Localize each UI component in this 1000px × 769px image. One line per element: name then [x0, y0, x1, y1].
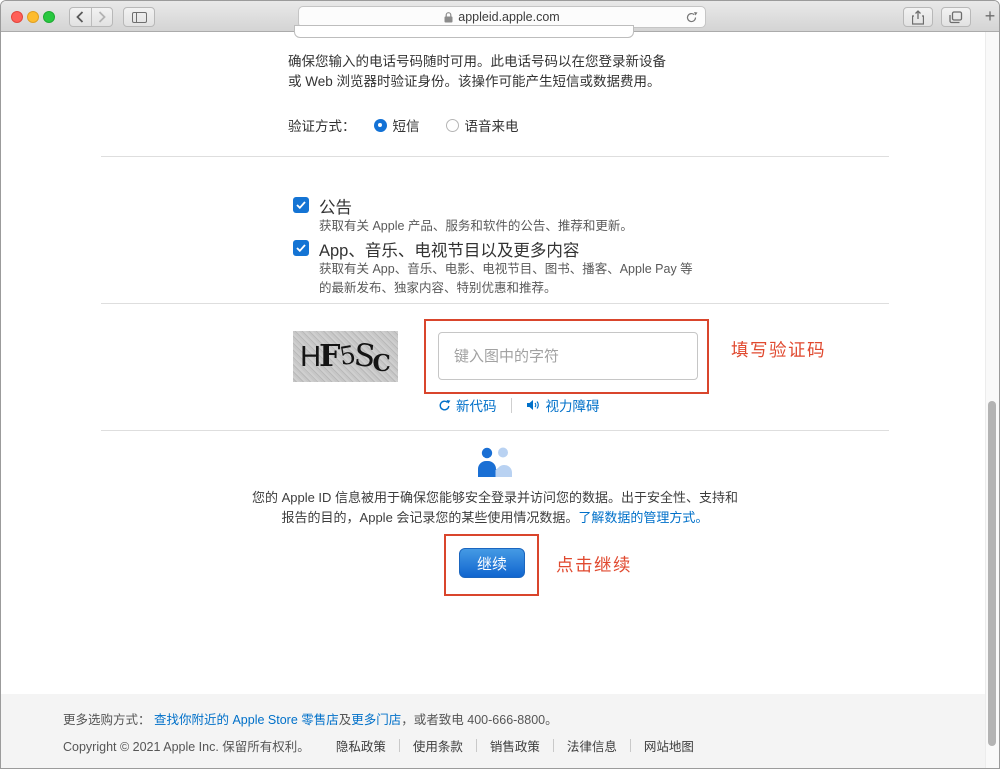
- divider: [398, 739, 400, 752]
- scrollbar-thumb[interactable]: [988, 401, 996, 746]
- sidebar-toggle-button[interactable]: [123, 7, 155, 27]
- announcements-desc: 获取有关 Apple 产品、服务和软件的公告、推荐和更新。: [319, 219, 633, 233]
- divider: [101, 156, 889, 157]
- speaker-icon: [526, 399, 541, 411]
- checkmark-icon: [296, 201, 306, 209]
- find-store-link[interactable]: 查找你附近的 Apple Store 零售店: [154, 713, 339, 727]
- share-icon: [912, 9, 924, 25]
- vision-impaired-audio-link[interactable]: 视力障碍: [526, 395, 600, 415]
- sidebar-icon: [131, 11, 147, 23]
- divider: [101, 303, 889, 304]
- captcha-image: HF5SC: [293, 331, 398, 382]
- refresh-icon: [438, 399, 451, 412]
- verification-method-row: 验证方式： 短信 语音来电: [288, 115, 545, 135]
- continue-button[interactable]: 继续: [459, 548, 525, 578]
- forward-button[interactable]: [92, 8, 113, 26]
- divider: [101, 430, 889, 431]
- new-code-link[interactable]: 新代码: [438, 395, 497, 415]
- data-management-link[interactable]: 了解数据的管理方式。: [578, 510, 708, 525]
- footer-link-sales[interactable]: 销售政策: [490, 736, 540, 755]
- radio-unselected-icon: [445, 118, 459, 132]
- divider: [629, 739, 631, 752]
- footer-link-legal[interactable]: 法律信息: [567, 736, 617, 755]
- announcements-checkbox[interactable]: [293, 197, 309, 213]
- divider: [475, 739, 477, 752]
- captcha-input[interactable]: [438, 332, 698, 380]
- scrollbar-track: [985, 32, 999, 768]
- annotation-note-continue: 点击继续: [556, 555, 632, 575]
- captcha-links-row: 新代码 视力障碍: [438, 395, 600, 415]
- more-stores-link[interactable]: 更多门店: [351, 713, 401, 727]
- footer-link-terms[interactable]: 使用条款: [413, 736, 463, 755]
- radio-selected-icon: [373, 118, 387, 132]
- apps-music-tv-checkbox[interactable]: [293, 240, 309, 256]
- footer-link-privacy[interactable]: 隐私政策: [336, 736, 386, 755]
- page-footer: 更多选购方式： 查找你附近的 Apple Store 零售店及更多门店，或者致电…: [1, 694, 985, 768]
- radio-option-voice-call[interactable]: 语音来电: [445, 115, 519, 135]
- tab-overview-icon: [949, 10, 963, 23]
- copyright-text: Copyright © 2021 Apple Inc. 保留所有权利。: [63, 740, 310, 754]
- share-button[interactable]: [903, 7, 933, 27]
- footer-link-sitemap[interactable]: 网站地图: [644, 736, 694, 755]
- chevron-left-icon: [76, 11, 84, 23]
- privacy-text: 您的 Apple ID 信息被用于确保您能够安全登录并访问您的数据。出于安全性、…: [251, 490, 739, 525]
- lock-icon: [444, 11, 453, 23]
- divider: [552, 739, 554, 752]
- back-button[interactable]: [70, 8, 92, 26]
- chevron-right-icon: [98, 11, 106, 23]
- checkmark-icon: [296, 244, 306, 252]
- divider: [510, 397, 512, 413]
- url-text: appleid.apple.com: [458, 10, 560, 24]
- apps-music-tv-title: App、音乐、电视节目以及更多内容: [319, 242, 580, 260]
- footer-legal-line: Copyright © 2021 Apple Inc. 保留所有权利。 隐私政策…: [63, 736, 985, 755]
- announcements-title: 公告: [319, 199, 352, 217]
- apps-music-tv-desc: 获取有关 App、音乐、电影、电视节目、图书、播客、Apple Pay 等的最新…: [319, 262, 693, 295]
- phone-intro-text: 确保您输入的电话号码随时可用。此电话号码以在您登录新设备 或 Web 浏览器时验…: [288, 54, 666, 89]
- footer-shop-line: 更多选购方式： 查找你附近的 Apple Store 零售店及更多门店，或者致电…: [63, 713, 558, 727]
- nav-button-group: [69, 7, 113, 27]
- phone-number-input[interactable]: [294, 25, 634, 38]
- page-content: 确保您输入的电话号码随时可用。此电话号码以在您登录新设备 或 Web 浏览器时验…: [1, 25, 999, 768]
- new-tab-button[interactable]: +: [981, 5, 999, 27]
- verification-method-label: 验证方式：: [288, 119, 356, 134]
- zoom-window-button[interactable]: [43, 11, 55, 23]
- radio-option-sms[interactable]: 短信: [373, 115, 420, 135]
- tab-overview-button[interactable]: [941, 7, 971, 27]
- minimize-window-button[interactable]: [27, 11, 39, 23]
- close-window-button[interactable]: [11, 11, 23, 23]
- browser-window: appleid.apple.com + 确保您输入的电话号码随时可用。此电话号码…: [0, 0, 1000, 769]
- annotation-note-captcha: 填写验证码: [731, 340, 826, 360]
- two-people-icon: [474, 447, 516, 484]
- reload-icon[interactable]: [685, 11, 698, 24]
